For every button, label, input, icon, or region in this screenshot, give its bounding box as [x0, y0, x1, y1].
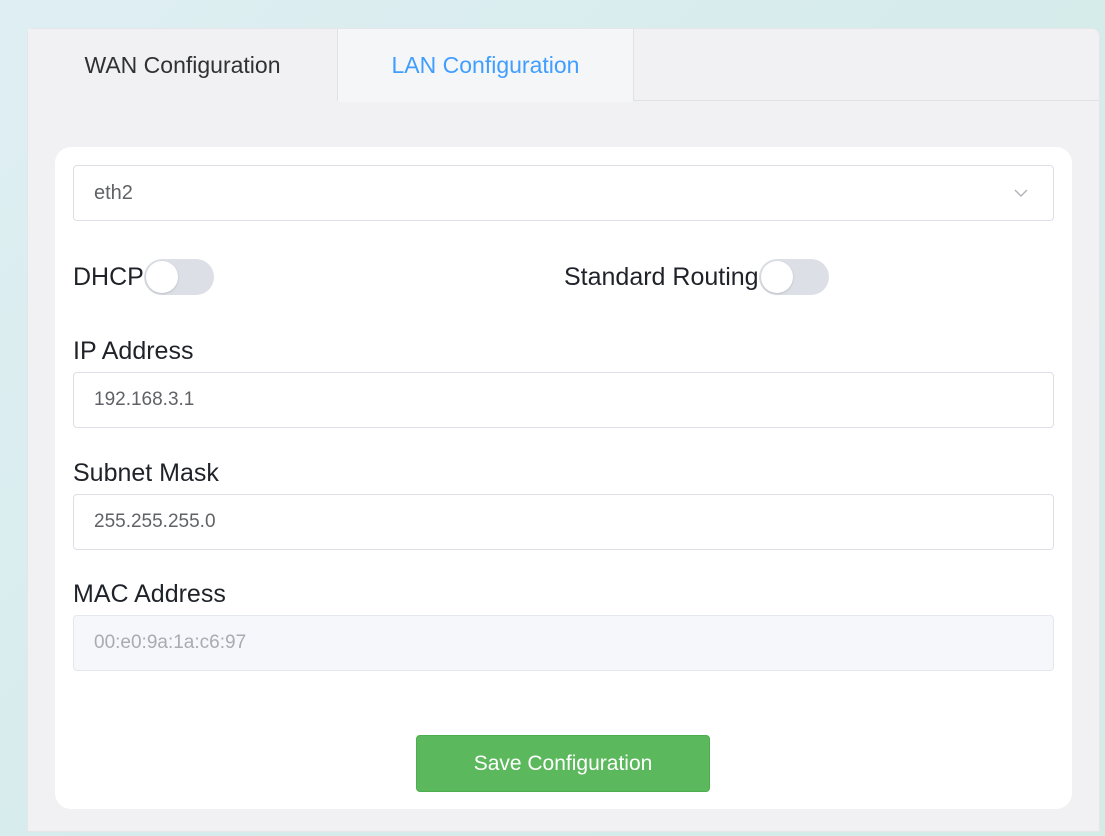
dhcp-switch[interactable] — [143, 259, 214, 295]
dhcp-label: DHCP — [73, 262, 144, 291]
tab-bar: WAN Configuration LAN Configuration — [28, 29, 1099, 102]
tab-wan-configuration[interactable]: WAN Configuration — [28, 29, 338, 101]
tab-lan-label: LAN Configuration — [391, 51, 580, 78]
mac-address-input — [73, 615, 1054, 671]
standard-routing-label: Standard Routing — [564, 262, 759, 291]
dhcp-toggle-group: DHCP — [73, 257, 214, 297]
standard-routing-toggle-group: Standard Routing — [564, 257, 829, 297]
tab-lan-configuration[interactable]: LAN Configuration — [338, 29, 634, 102]
dhcp-switch-knob — [145, 261, 178, 293]
toggle-row: DHCP Standard Routing — [73, 257, 1054, 297]
tab-wan-label: WAN Configuration — [84, 51, 281, 78]
config-panel: WAN Configuration LAN Configuration eth2… — [27, 28, 1100, 832]
lan-config-card: eth2 DHCP Standard Routing IP Address Su… — [55, 147, 1072, 809]
interface-select[interactable]: eth2 — [73, 165, 1054, 221]
standard-routing-switch[interactable] — [758, 259, 829, 295]
chevron-down-icon — [1014, 189, 1028, 197]
save-configuration-button[interactable]: Save Configuration — [416, 735, 710, 792]
ip-address-input[interactable] — [73, 372, 1054, 428]
subnet-mask-label: Subnet Mask — [73, 459, 219, 487]
standard-routing-switch-knob — [760, 261, 793, 293]
ip-address-label: IP Address — [73, 337, 194, 365]
mac-address-label: MAC Address — [73, 580, 226, 608]
interface-select-value: eth2 — [94, 181, 133, 204]
subnet-mask-input[interactable] — [73, 494, 1054, 550]
